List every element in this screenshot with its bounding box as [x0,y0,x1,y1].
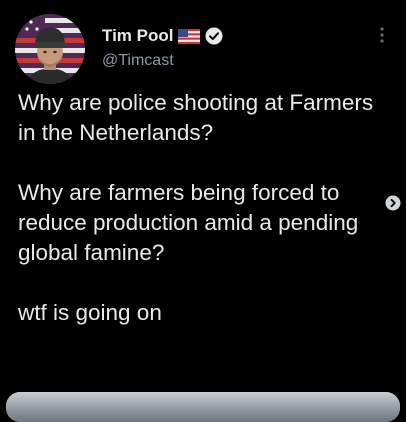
author-name-row: Tim Pool [102,25,223,47]
verified-badge-icon [205,27,223,45]
more-vertical-icon[interactable] [376,25,388,45]
media-preview[interactable] [6,392,400,422]
media-image [6,392,400,422]
tweet-text: Why are police shooting at Farmers in th… [18,88,390,328]
tweet-card: Tim Pool @Timcast Why are police shootin… [0,0,406,422]
avatar[interactable] [15,14,85,84]
tweet-paragraph: wtf is going on [18,300,162,325]
tweet-paragraph: Why are police shooting at Farmers in th… [18,90,374,145]
us-flag-icon [178,28,201,44]
tweet-paragraph: Why are farmers being forced to reduce p… [18,180,359,265]
chevron-right-circle-icon[interactable] [385,195,401,211]
author-handle[interactable]: @Timcast [102,52,174,70]
avatar-image [15,14,85,84]
display-name[interactable]: Tim Pool [102,26,173,46]
